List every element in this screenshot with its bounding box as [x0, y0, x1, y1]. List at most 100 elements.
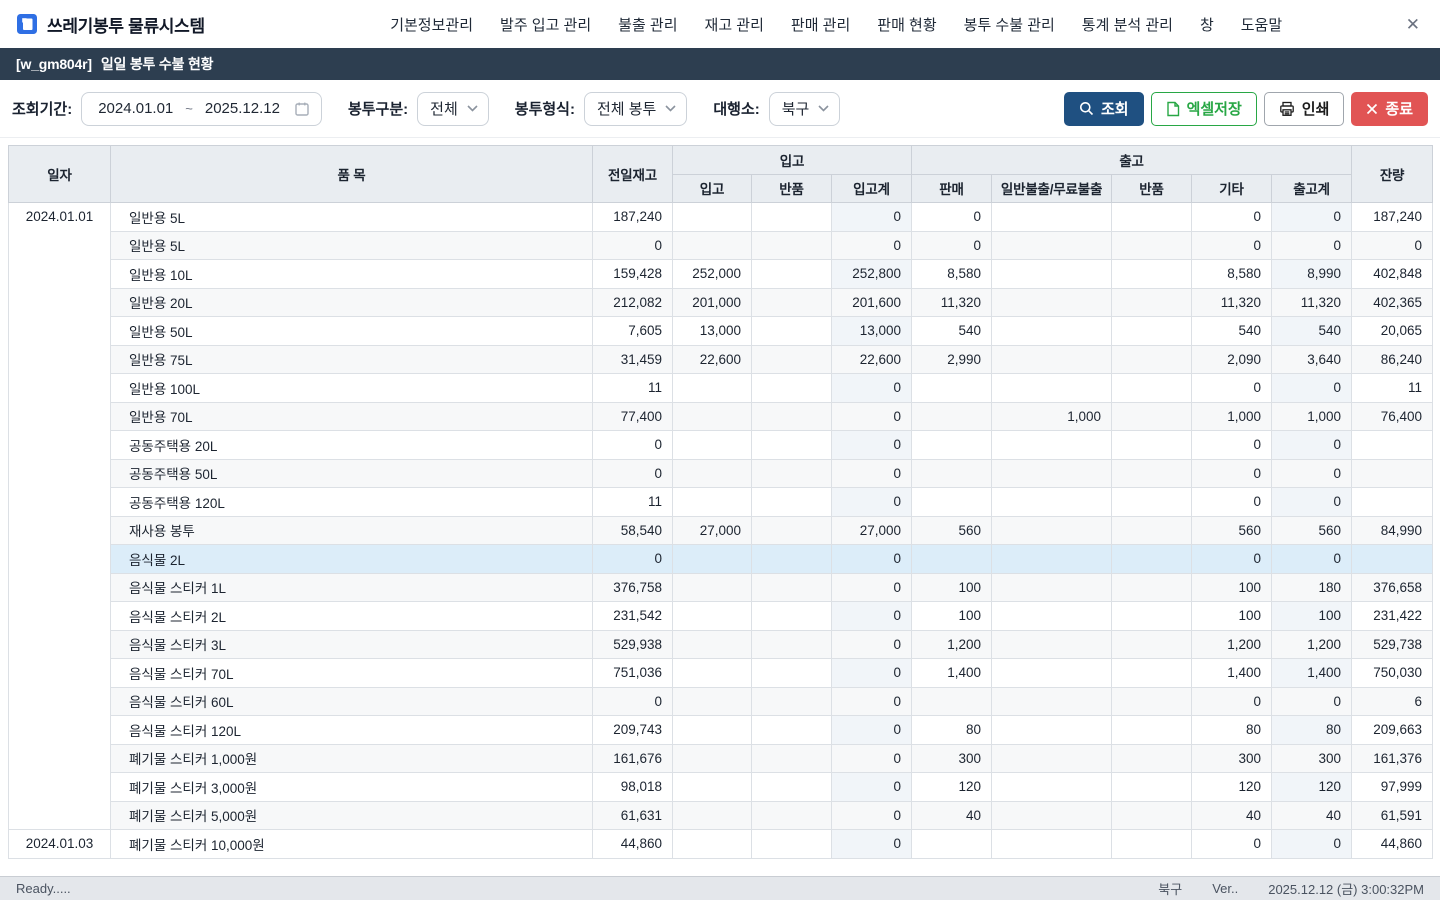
value-cell[interactable]: [1112, 431, 1192, 460]
value-cell[interactable]: 0: [832, 573, 912, 602]
value-cell[interactable]: 0: [593, 687, 673, 716]
value-cell[interactable]: 0: [1272, 545, 1352, 574]
value-cell[interactable]: 40: [912, 801, 992, 830]
value-cell[interactable]: 161,376: [1352, 744, 1433, 773]
value-cell[interactable]: [992, 773, 1112, 802]
item-cell[interactable]: 음식물 2L: [111, 545, 593, 574]
value-cell[interactable]: 44,860: [593, 830, 673, 859]
value-cell[interactable]: 100: [912, 602, 992, 631]
value-cell[interactable]: [992, 602, 1112, 631]
item-cell[interactable]: 일반용 75L: [111, 345, 593, 374]
value-cell[interactable]: [1112, 374, 1192, 403]
value-cell[interactable]: [1112, 545, 1192, 574]
value-cell[interactable]: [992, 801, 1112, 830]
value-cell[interactable]: [752, 744, 832, 773]
value-cell[interactable]: 252,000: [673, 260, 752, 289]
value-cell[interactable]: 187,240: [593, 203, 673, 232]
value-cell[interactable]: 11: [593, 374, 673, 403]
value-cell[interactable]: 560: [1192, 516, 1272, 545]
value-cell[interactable]: [1112, 203, 1192, 232]
value-cell[interactable]: 80: [1192, 716, 1272, 745]
value-cell[interactable]: [1352, 431, 1433, 460]
value-cell[interactable]: 0: [1192, 488, 1272, 517]
value-cell[interactable]: [673, 231, 752, 260]
value-cell[interactable]: [673, 203, 752, 232]
value-cell[interactable]: 0: [832, 488, 912, 517]
value-cell[interactable]: [1112, 345, 1192, 374]
value-cell[interactable]: 13,000: [673, 317, 752, 346]
value-cell[interactable]: [992, 317, 1112, 346]
value-cell[interactable]: [673, 773, 752, 802]
window-close-icon[interactable]: ✕: [1402, 12, 1424, 37]
item-cell[interactable]: 폐기물 스티커 10,000원: [111, 830, 593, 859]
date-to-value[interactable]: 2025.12.12: [205, 100, 280, 117]
value-cell[interactable]: 0: [832, 773, 912, 802]
value-cell[interactable]: 560: [1272, 516, 1352, 545]
value-cell[interactable]: [752, 345, 832, 374]
value-cell[interactable]: [1112, 516, 1192, 545]
value-cell[interactable]: 376,658: [1352, 573, 1433, 602]
value-cell[interactable]: [752, 516, 832, 545]
value-cell[interactable]: 0: [1272, 431, 1352, 460]
item-cell[interactable]: 공동주택용 120L: [111, 488, 593, 517]
menu-item-8[interactable]: 통계 분석 관리: [1082, 14, 1173, 35]
value-cell[interactable]: [673, 801, 752, 830]
value-cell[interactable]: 161,676: [593, 744, 673, 773]
value-cell[interactable]: 0: [1272, 231, 1352, 260]
date-range-input[interactable]: 2024.01.01 ~ 2025.12.12: [81, 92, 322, 126]
value-cell[interactable]: 100: [1272, 602, 1352, 631]
item-cell[interactable]: 폐기물 스티커 1,000원: [111, 744, 593, 773]
value-cell[interactable]: 11,320: [1192, 288, 1272, 317]
value-cell[interactable]: 300: [1192, 744, 1272, 773]
value-cell[interactable]: 1,200: [1192, 630, 1272, 659]
value-cell[interactable]: [752, 602, 832, 631]
value-cell[interactable]: [912, 687, 992, 716]
value-cell[interactable]: 84,990: [1352, 516, 1433, 545]
menu-item-6[interactable]: 판매 현황: [877, 14, 936, 35]
value-cell[interactable]: 98,018: [593, 773, 673, 802]
value-cell[interactable]: 1,400: [1192, 659, 1272, 688]
value-cell[interactable]: 0: [593, 431, 673, 460]
value-cell[interactable]: [1352, 488, 1433, 517]
value-cell[interactable]: [1352, 459, 1433, 488]
value-cell[interactable]: [912, 431, 992, 460]
value-cell[interactable]: 159,428: [593, 260, 673, 289]
value-cell[interactable]: [752, 231, 832, 260]
value-cell[interactable]: 0: [593, 459, 673, 488]
value-cell[interactable]: 180: [1272, 573, 1352, 602]
menu-item-5[interactable]: 판매 관리: [791, 14, 850, 35]
value-cell[interactable]: 0: [832, 203, 912, 232]
item-cell[interactable]: 음식물 스티커 60L: [111, 687, 593, 716]
value-cell[interactable]: 76,400: [1352, 402, 1433, 431]
value-cell[interactable]: [673, 602, 752, 631]
value-cell[interactable]: 61,631: [593, 801, 673, 830]
menu-item-3[interactable]: 불출 관리: [618, 14, 677, 35]
value-cell[interactable]: 1,200: [912, 630, 992, 659]
value-cell[interactable]: [992, 203, 1112, 232]
value-cell[interactable]: 0: [832, 431, 912, 460]
agency-select[interactable]: 북구: [769, 92, 841, 126]
value-cell[interactable]: 750,030: [1352, 659, 1433, 688]
value-cell[interactable]: 529,738: [1352, 630, 1433, 659]
value-cell[interactable]: 0: [1272, 459, 1352, 488]
value-cell[interactable]: 1,400: [912, 659, 992, 688]
value-cell[interactable]: 86,240: [1352, 345, 1433, 374]
value-cell[interactable]: 97,999: [1352, 773, 1433, 802]
value-cell[interactable]: 27,000: [673, 516, 752, 545]
bag-type-select[interactable]: 전체: [417, 92, 489, 126]
value-cell[interactable]: [1112, 288, 1192, 317]
item-cell[interactable]: 폐기물 스티커 3,000원: [111, 773, 593, 802]
item-cell[interactable]: 일반용 100L: [111, 374, 593, 403]
value-cell[interactable]: 0: [832, 744, 912, 773]
value-cell[interactable]: 40: [1192, 801, 1272, 830]
value-cell[interactable]: 0: [1192, 431, 1272, 460]
value-cell[interactable]: 44,860: [1352, 830, 1433, 859]
value-cell[interactable]: 529,938: [593, 630, 673, 659]
value-cell[interactable]: 2,990: [912, 345, 992, 374]
value-cell[interactable]: 0: [593, 231, 673, 260]
value-cell[interactable]: [752, 402, 832, 431]
value-cell[interactable]: 300: [912, 744, 992, 773]
value-cell[interactable]: 0: [832, 231, 912, 260]
value-cell[interactable]: [673, 488, 752, 517]
value-cell[interactable]: 201,000: [673, 288, 752, 317]
